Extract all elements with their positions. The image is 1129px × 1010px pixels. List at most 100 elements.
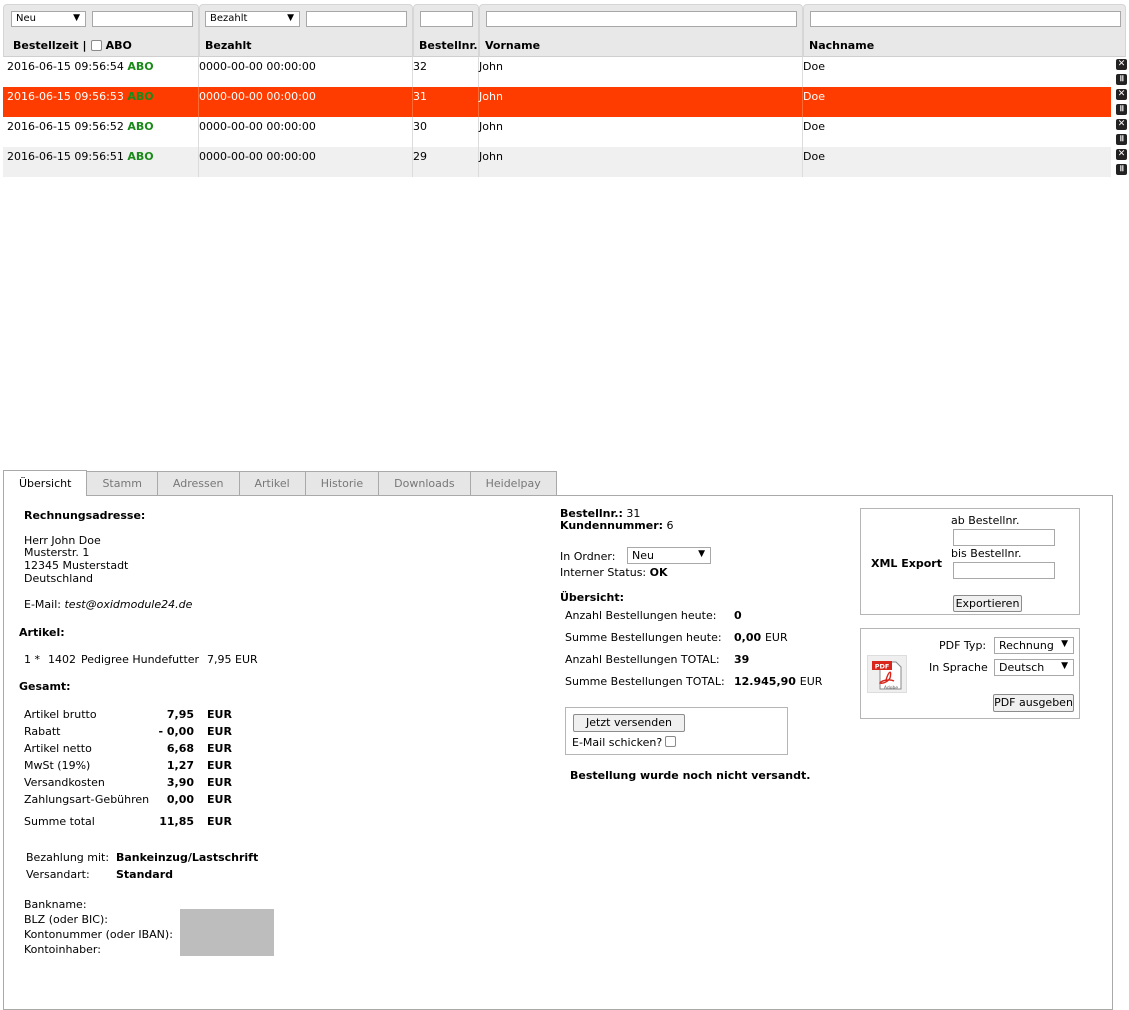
bank-label: BLZ (oder BIC): <box>24 913 108 926</box>
header-lastname-label[interactable]: Nachname <box>809 39 874 52</box>
overview-panel: Rechnungsadresse: Herr John Doe Musterst… <box>3 495 1113 1010</box>
delete-icon[interactable]: ✕ <box>1116 119 1127 130</box>
pdf-lang-select[interactable]: Deutsch ▼ <box>994 659 1074 676</box>
ordernr-filter-input[interactable] <box>420 11 473 27</box>
tab-historie[interactable]: Historie <box>304 471 380 495</box>
svg-text:PDF: PDF <box>875 663 890 671</box>
total-currency: EUR <box>207 776 232 789</box>
folder-label: In Ordner: <box>560 550 616 563</box>
header-abo-label: ABO <box>105 39 132 52</box>
status-value: OK <box>649 566 668 579</box>
total-currency: EUR <box>207 793 232 806</box>
article-qty: 1 * <box>24 653 40 666</box>
table-row[interactable]: 2016-06-15 09:56:51 ABO 0000-00-00 00:00… <box>3 147 1127 177</box>
order-list: Neu ▼ Bestellzeit | ABO Bezahlt ▼ Bezahlt … <box>3 4 1129 177</box>
pdf-output-button[interactable]: PDF ausgeben <box>993 694 1074 712</box>
svg-text:Adobe: Adobe <box>884 685 898 691</box>
export-button[interactable]: Exportieren <box>953 595 1022 612</box>
lastname-filter-input[interactable] <box>810 11 1121 27</box>
folder-select[interactable]: Neu ▼ <box>627 547 711 564</box>
table-row[interactable]: 2016-06-15 09:56:52 ABO 0000-00-00 00:00… <box>3 117 1127 147</box>
row-lastname: Doe <box>803 60 825 73</box>
chevron-down-icon: ▼ <box>698 549 705 559</box>
stat-label: Summe Bestellungen heute: <box>565 631 722 644</box>
header-time-label[interactable]: Bestellzeit <box>13 39 79 52</box>
row-lastname: Doe <box>803 120 825 133</box>
send-mail-checkbox[interactable] <box>665 736 676 747</box>
paid-filter-input[interactable] <box>306 11 407 27</box>
row-time: 2016-06-15 09:56:51 ABO <box>7 150 154 163</box>
bank-label: Kontonummer (oder IBAN): <box>24 928 173 941</box>
bank-label: Bankname: <box>24 898 87 911</box>
total-value: 3,90 <box>166 776 194 789</box>
total-value: - 0,00 <box>158 725 194 738</box>
table-row-selected[interactable]: 2016-06-15 09:56:53 ABO 0000-00-00 00:00… <box>3 87 1127 117</box>
article-price: 7,95 EUR <box>207 653 258 666</box>
header-separator: | <box>82 39 87 52</box>
total-currency: EUR <box>207 759 232 772</box>
total-value: 6,68 <box>166 742 194 755</box>
header-paid-label[interactable]: Bezahlt <box>205 39 252 52</box>
header-firstname-label[interactable]: Vorname <box>485 39 540 52</box>
header-bestellnr: Bestellnr. <box>413 4 479 57</box>
total-currency: EUR <box>207 708 232 721</box>
header-vorname: Vorname <box>479 4 803 57</box>
total-currency: EUR <box>207 742 232 755</box>
stat-value: 12.945,90 EUR <box>734 675 823 688</box>
paid-filter-select[interactable]: Bezahlt ▼ <box>205 11 300 27</box>
sum-label: Summe total <box>24 815 95 828</box>
row-paid: 0000-00-00 00:00:00 <box>199 120 316 133</box>
xml-to-input[interactable] <box>953 562 1055 579</box>
tab-heidelpay[interactable]: Heidelpay <box>469 471 557 495</box>
header-ordernr-label[interactable]: Bestellnr. <box>419 39 478 52</box>
sum-currency: EUR <box>207 815 232 828</box>
chevron-down-icon: ▼ <box>1061 661 1068 671</box>
payment-value: Bankeinzug/Lastschrift <box>116 851 259 864</box>
stat-label: Anzahl Bestellungen heute: <box>565 609 717 622</box>
time-filter-input[interactable] <box>92 11 193 27</box>
row-firstname: John <box>479 120 503 133</box>
chevron-down-icon: ▼ <box>287 13 294 23</box>
delete-icon[interactable]: ✕ <box>1116 149 1127 160</box>
delete-icon[interactable]: ✕ <box>1116 59 1127 70</box>
stat-value: 0,00 EUR <box>734 631 788 644</box>
chevron-down-icon: ▼ <box>1061 639 1068 649</box>
folder-filter-select[interactable]: Neu ▼ <box>11 11 86 27</box>
row-paid: 0000-00-00 00:00:00 <box>199 90 316 103</box>
email-row: E-Mail: test@oxidmodule24.de <box>24 598 193 611</box>
table-row[interactable]: 2016-06-15 09:56:54 ABO 0000-00-00 00:00… <box>3 57 1127 87</box>
row-lastname: Doe <box>803 90 825 103</box>
stat-value: 0 <box>734 609 742 622</box>
delete-icon[interactable]: ✕ <box>1116 89 1127 100</box>
pdf-lang-label: In Sprache <box>929 661 988 674</box>
row-ordernr: 32 <box>413 60 427 73</box>
pause-icon[interactable]: ॥ <box>1116 104 1127 115</box>
xml-from-input[interactable] <box>953 529 1055 546</box>
tab-uebersicht[interactable]: Übersicht <box>3 470 88 496</box>
pdf-type-select[interactable]: Rechnung ▼ <box>994 637 1074 654</box>
tab-adressen[interactable]: Adressen <box>156 471 240 495</box>
stat-label: Anzahl Bestellungen TOTAL: <box>565 653 720 666</box>
tab-stamm[interactable]: Stamm <box>86 471 158 495</box>
total-label: MwSt (19%) <box>24 759 91 772</box>
send-now-button[interactable]: Jetzt versenden <box>573 714 685 732</box>
article-name: Pedigree Hundefutter <box>81 653 200 666</box>
stat-label: Summe Bestellungen TOTAL: <box>565 675 725 688</box>
address-line: Deutschland <box>24 572 94 585</box>
pause-icon[interactable]: ॥ <box>1116 74 1127 85</box>
customer-nr: 6 <box>666 519 674 532</box>
firstname-filter-input[interactable] <box>486 11 797 27</box>
customer-nr-row: Kundennummer: 6 <box>560 519 674 532</box>
pause-icon[interactable]: ॥ <box>1116 164 1127 175</box>
row-firstname: John <box>479 150 503 163</box>
send-mail-label: E-Mail schicken? <box>572 736 663 749</box>
total-label: Artikel netto <box>24 742 92 755</box>
pdf-type-label: PDF Typ: <box>939 639 987 652</box>
shipping-label: Versandart: <box>26 868 90 881</box>
pause-icon[interactable]: ॥ <box>1116 134 1127 145</box>
tab-downloads[interactable]: Downloads <box>378 471 471 495</box>
abo-filter-checkbox[interactable] <box>90 40 102 51</box>
row-time: 2016-06-15 09:56:53 ABO <box>7 90 154 103</box>
xml-from-label: ab Bestellnr. <box>951 514 1020 527</box>
tab-artikel[interactable]: Artikel <box>238 471 306 495</box>
